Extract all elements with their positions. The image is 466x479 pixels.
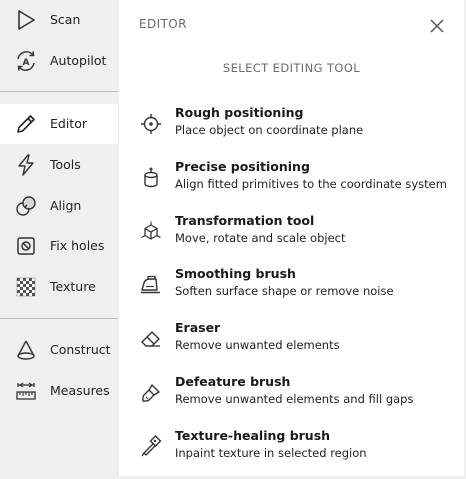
sidebar-item-label: Align [50, 198, 82, 213]
tool-description: Align fitted primitives to the coordinat… [175, 177, 447, 191]
sidebar-item-autopilot[interactable]: A Autopilot [0, 41, 118, 81]
tool-transformation[interactable]: Transformation tool Move, rotate and sca… [133, 211, 458, 257]
sidebar-item-editor[interactable]: Editor [0, 104, 118, 144]
tool-name: Smoothing brush [175, 266, 296, 281]
tool-description: Inpaint texture in selected region [175, 446, 367, 460]
scan-icon [14, 8, 38, 32]
transform-cube-icon [139, 220, 163, 244]
sidebar-item-texture[interactable]: Texture [0, 267, 118, 307]
tool-description: Remove unwanted elements and fill gaps [175, 392, 414, 406]
tool-description: Move, rotate and scale object [175, 231, 346, 245]
sidebar-item-tools[interactable]: Tools [0, 145, 118, 185]
svg-text:A: A [23, 58, 30, 68]
lightning-icon [14, 153, 38, 177]
tool-name: Defeature brush [175, 374, 291, 389]
editor-panel: EDITOR SELECT EDITING TOOL Rough positio… [119, 0, 464, 476]
sidebar-item-label: Texture [50, 279, 96, 294]
tool-texture-healing-brush[interactable]: Texture-healing brush Inpaint texture in… [133, 426, 458, 472]
close-icon [430, 19, 444, 33]
close-button[interactable] [427, 16, 447, 36]
align-icon [14, 194, 38, 218]
tool-defeature-brush[interactable]: Defeature brush Remove unwanted elements… [133, 372, 458, 418]
sidebar-item-label: Editor [50, 116, 87, 131]
sidebar-divider [0, 318, 118, 319]
healing-brush-icon [139, 435, 163, 459]
sidebar-item-label: Fix holes [50, 238, 105, 253]
tool-description: Place object on coordinate plane [175, 123, 364, 137]
tool-name: Texture-healing brush [175, 428, 331, 443]
tool-rough-positioning[interactable]: Rough positioning Place object on coordi… [133, 103, 458, 149]
panel-title: EDITOR [139, 17, 187, 31]
panel-subtitle: SELECT EDITING TOOL [222, 61, 361, 75]
tool-name: Eraser [175, 320, 221, 335]
sidebar-item-align[interactable]: Align [0, 186, 118, 226]
tool-precise-positioning[interactable]: Precise positioning Align fitted primiti… [133, 157, 458, 203]
ruler-icon [14, 379, 38, 403]
cone-icon [14, 338, 38, 362]
iron-icon [139, 273, 163, 297]
sidebar-item-label: Autopilot [50, 53, 107, 68]
autopilot-icon: A [14, 49, 38, 73]
sidebar-item-label: Construct [50, 342, 111, 357]
sidebar-item-label: Measures [50, 383, 110, 398]
tool-description: Soften surface shape or remove noise [175, 284, 394, 298]
sidebar: Scan A Autopilot Editor Tools Align Fix … [0, 0, 118, 479]
tool-name: Transformation tool [175, 213, 315, 228]
target-icon [139, 112, 163, 136]
sidebar-divider [0, 91, 118, 92]
tool-smoothing-brush[interactable]: Smoothing brush Soften surface shape or … [133, 264, 458, 310]
cylinder-icon [139, 166, 163, 190]
eraser-icon [139, 327, 163, 351]
sidebar-item-fix-holes[interactable]: Fix holes [0, 226, 118, 266]
sidebar-item-label: Scan [50, 12, 81, 27]
tool-description: Remove unwanted elements [175, 338, 340, 352]
texture-icon [14, 275, 38, 299]
sidebar-item-label: Tools [50, 157, 81, 172]
pencil-icon [14, 112, 38, 136]
tool-eraser[interactable]: Eraser Remove unwanted elements [133, 318, 458, 364]
sidebar-item-measures[interactable]: Measures [0, 371, 118, 411]
sidebar-item-construct[interactable]: Construct [0, 330, 118, 370]
fix-holes-icon [14, 234, 38, 258]
sidebar-item-scan[interactable]: Scan [0, 0, 118, 40]
tool-name: Rough positioning [175, 105, 304, 120]
tool-name: Precise positioning [175, 159, 310, 174]
brush-icon [139, 381, 163, 405]
